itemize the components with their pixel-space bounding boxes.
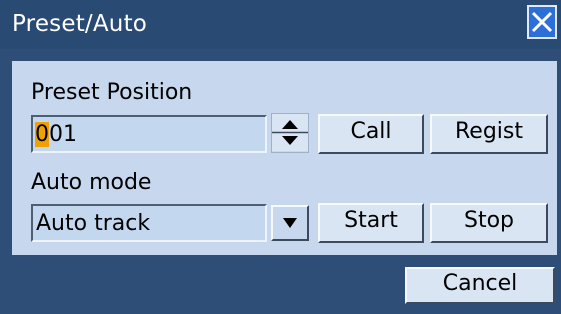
regist-button[interactable]: Regist [430, 114, 548, 154]
preset-auto-dialog: Preset/Auto Preset Position 001 Call Reg… [0, 0, 561, 314]
auto-mode-value: Auto track [36, 211, 151, 236]
preset-position-input[interactable]: 001 [31, 115, 267, 153]
preset-position-spinner[interactable] [271, 113, 309, 153]
close-icon [531, 11, 553, 33]
start-button[interactable]: Start [318, 203, 424, 243]
text-cursor: 0 [35, 122, 49, 147]
close-button[interactable] [527, 5, 557, 39]
cancel-button[interactable]: Cancel [405, 267, 555, 304]
stop-button[interactable]: Stop [430, 203, 548, 243]
auto-mode-label: Auto mode [31, 170, 152, 195]
preset-position-digits: 01 [49, 122, 77, 147]
auto-mode-select[interactable]: Auto track [31, 204, 267, 242]
up-down-spinner-icon [272, 114, 308, 151]
call-button[interactable]: Call [318, 114, 424, 154]
auto-mode-dropdown-button[interactable] [271, 205, 309, 241]
triangle-down-icon [283, 218, 297, 228]
preset-position-label: Preset Position [31, 80, 193, 105]
preset-position-value: 001 [35, 121, 77, 149]
window-title: Preset/Auto [12, 11, 148, 37]
title-bar: Preset/Auto [0, 0, 561, 49]
